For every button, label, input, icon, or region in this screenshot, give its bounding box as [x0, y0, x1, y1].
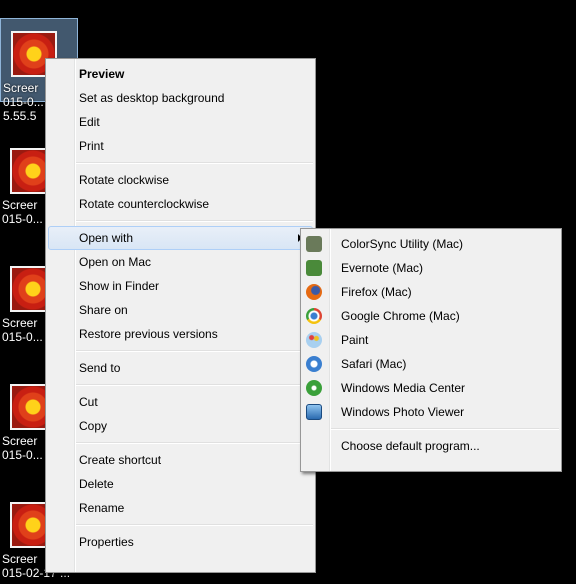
submenu-item-google-chrome[interactable]: Google Chrome (Mac) — [301, 304, 561, 328]
submenu-item-evernote[interactable]: Evernote (Mac) — [301, 256, 561, 280]
menu-item-share-on[interactable]: Share on — [46, 298, 315, 322]
menu-item-show-in-finder[interactable]: Show in Finder — [46, 274, 315, 298]
menu-item-label: Show in Finder — [79, 279, 160, 293]
menu-item-label: Restore previous versions — [79, 327, 218, 341]
menu-item-copy[interactable]: Copy — [46, 414, 315, 438]
menu-item-label: Safari (Mac) — [341, 357, 407, 371]
menu-item-label: Set as desktop background — [79, 91, 225, 105]
menu-item-label: Preview — [79, 67, 125, 81]
safari-icon — [306, 356, 322, 372]
menu-item-label: Firefox (Mac) — [341, 285, 412, 299]
photo-viewer-icon — [306, 404, 322, 420]
menu-item-edit[interactable]: Edit — [46, 110, 315, 134]
menu-item-label: Open on Mac — [79, 255, 152, 269]
menu-item-create-shortcut[interactable]: Create shortcut — [46, 448, 315, 472]
menu-item-label: Print — [79, 139, 104, 153]
menu-item-properties[interactable]: Properties — [46, 530, 315, 554]
menu-separator — [76, 162, 313, 164]
paint-icon — [306, 332, 322, 348]
context-menu: Preview Set as desktop background Edit P… — [45, 58, 316, 573]
open-with-submenu: ColorSync Utility (Mac) Evernote (Mac) F… — [300, 228, 562, 472]
menu-item-label: Share on — [79, 303, 128, 317]
menu-item-label: Windows Media Center — [341, 381, 466, 395]
menu-item-label: Rotate clockwise — [79, 173, 170, 187]
colorsync-icon — [306, 236, 322, 252]
menu-item-label: Choose default program... — [341, 439, 480, 453]
menu-item-label: Rename — [79, 501, 125, 515]
submenu-item-safari[interactable]: Safari (Mac) — [301, 352, 561, 376]
menu-separator — [76, 384, 313, 386]
submenu-item-windows-photo-viewer[interactable]: Windows Photo Viewer — [301, 400, 561, 424]
menu-item-label: Send to — [79, 361, 121, 375]
menu-separator — [76, 350, 313, 352]
menu-item-open-with[interactable]: Open with — [48, 226, 313, 250]
menu-item-send-to[interactable]: Send to — [46, 356, 315, 380]
menu-separator — [76, 524, 313, 526]
menu-separator — [76, 442, 313, 444]
menu-item-label: Rotate counterclockwise — [79, 197, 210, 211]
menu-item-preview[interactable]: Preview — [46, 62, 315, 86]
menu-item-label: Windows Photo Viewer — [341, 405, 465, 419]
menu-item-rename[interactable]: Rename — [46, 496, 315, 520]
media-center-icon — [306, 380, 322, 396]
menu-item-label: Google Chrome (Mac) — [341, 309, 460, 323]
evernote-icon — [306, 260, 322, 276]
menu-item-label: Paint — [341, 333, 369, 347]
submenu-item-paint[interactable]: Paint — [301, 328, 561, 352]
menu-item-restore-previous-versions[interactable]: Restore previous versions — [46, 322, 315, 346]
menu-item-rotate-counterclockwise[interactable]: Rotate counterclockwise — [46, 192, 315, 216]
menu-item-open-on-mac[interactable]: Open on Mac — [46, 250, 315, 274]
menu-item-label: Evernote (Mac) — [341, 261, 424, 275]
menu-separator — [331, 428, 559, 430]
menu-item-print[interactable]: Print — [46, 134, 315, 158]
menu-item-label: ColorSync Utility (Mac) — [341, 237, 464, 251]
menu-item-label: Delete — [79, 477, 114, 491]
menu-item-label: Open with — [79, 231, 134, 245]
chrome-icon — [306, 308, 322, 324]
firefox-icon — [306, 284, 322, 300]
submenu-item-choose-default[interactable]: Choose default program... — [301, 434, 561, 458]
menu-item-label: Edit — [79, 115, 100, 129]
menu-item-label: Create shortcut — [79, 453, 162, 467]
menu-separator — [76, 220, 313, 222]
menu-item-cut[interactable]: Cut — [46, 390, 315, 414]
submenu-item-colorsync[interactable]: ColorSync Utility (Mac) — [301, 232, 561, 256]
menu-item-delete[interactable]: Delete — [46, 472, 315, 496]
submenu-item-firefox[interactable]: Firefox (Mac) — [301, 280, 561, 304]
submenu-item-windows-media-center[interactable]: Windows Media Center — [301, 376, 561, 400]
menu-item-set-desktop-background[interactable]: Set as desktop background — [46, 86, 315, 110]
menu-item-label: Copy — [79, 419, 108, 433]
menu-item-label: Properties — [79, 535, 134, 549]
menu-item-label: Cut — [79, 395, 98, 409]
menu-item-rotate-clockwise[interactable]: Rotate clockwise — [46, 168, 315, 192]
